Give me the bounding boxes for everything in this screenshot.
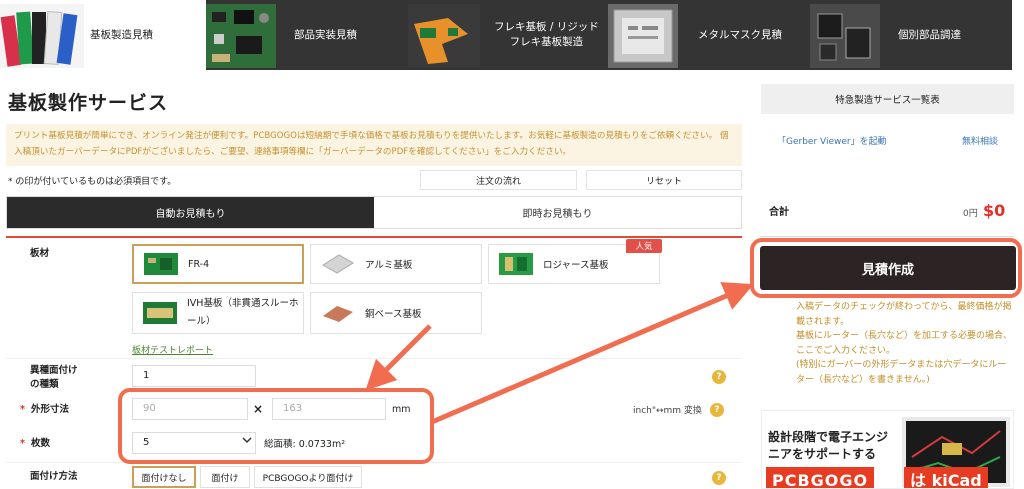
panel-divider [761,236,1014,237]
tab-stencil-quote[interactable]: メタルマスク見積 [608,0,810,70]
panel-option-by-pcbgogo[interactable]: PCBGOGOより面付け [254,466,362,488]
tab-label: メタルマスク見積 [698,29,782,41]
help-icon[interactable]: ? [712,370,726,384]
assembly-board-thumbnail [206,4,276,68]
pcb-boards-thumbnail [0,4,84,68]
unit-label: mm [392,404,411,415]
width-input[interactable]: 90 [132,398,248,420]
order-flow-button[interactable]: 注文の流れ [420,170,577,190]
tab-label: 個別部品調達 [898,29,961,41]
tab-auto-quote[interactable]: 自動お見積もり [7,197,374,228]
required-mark: * [20,438,25,449]
total-yen: 0円 [963,209,978,219]
aluminum-board-icon [322,254,354,274]
create-quote-button[interactable]: 見積作成 [760,246,1016,290]
total-label: 合計 [769,207,789,218]
mixed-panel-label: 異種面付け の種類 [30,364,78,392]
ivh-board-icon [143,302,177,324]
material-option-aluminum[interactable]: アルミ基板 [310,244,482,284]
material-option-fr4[interactable]: FR-4 [132,244,304,284]
page-title: 基板製作サービス [8,92,169,114]
flex-board-thumbnail [408,4,480,68]
height-input[interactable]: 163 [272,398,386,420]
panel-option-panelize[interactable]: 面付け [200,466,250,488]
panel-option-none[interactable]: 面付けなし [132,466,196,488]
unit-convert-link[interactable]: inch"↔mm 変換 [633,403,702,416]
service-tabs: 基板製造見積 部品実装見積 フレキ基板 / リジッド フレキ基板製造 メタルマス… [0,0,1012,70]
tab-label-line: フレキ基板 / リジッド [494,21,599,33]
tab-assembly-quote[interactable]: 部品実装見積 [206,0,408,70]
rogers-board-icon [499,253,533,275]
note-line: (特別にガーバーの外形データまたは穴データにルーター（長穴など）を書きません。) [796,360,1007,385]
chevron-down-icon [242,437,252,444]
total-usd: $0 [983,201,1006,220]
banner-line: 設計段階で電子エンジ [768,430,889,444]
quote-mode-tabs: 自動お見積もり 即時お見積もり [6,196,742,229]
material-option-label: FR-4 [188,258,210,270]
kicad-banner[interactable]: 設計段階で電子エンジ ニアをサポートする PCBGOGO は kiCad [761,410,1014,489]
components-thumbnail [810,4,880,68]
banner-suffix: は kiCad [904,467,988,488]
material-option-label: アルミ基板 [365,260,413,271]
note-line: 基板にルーター（長穴など）を加工する必要の場合、ここでご入力ください。 [796,331,1013,356]
material-option-ivh[interactable]: IVH基板（非貫通スルーホール） [132,292,304,334]
size-label-text: 外形寸法 [30,404,69,415]
total-area: 総面積: 0.0733m² [264,439,346,450]
label-line: 異種面付け [30,365,78,376]
quantity-select[interactable]: 5 [132,432,256,454]
tab-pcb-quote[interactable]: 基板製造見積 [0,0,206,70]
gerber-viewer-link[interactable]: 「Gerber Viewer」を起動 [777,134,887,147]
material-option-label: IVH基板（非貫通スルーホール） [187,298,299,327]
row-divider [6,358,742,359]
panelization-label: 面付け方法 [30,471,78,482]
banner-line: ニアをサポートする [768,447,877,461]
section-divider [6,236,742,238]
required-note: * の印が付いているものは必須項目です。 [8,177,177,187]
help-icon[interactable]: ? [710,403,724,417]
quantity-label: * 枚数 [20,437,50,451]
tab-label: 部品実装見積 [294,29,357,41]
material-label: 板材 [30,248,50,259]
size-label: * 外形寸法 [20,403,69,417]
tab-label-line: フレキ基板製造 [509,36,584,48]
fr4-board-icon [144,253,178,275]
express-service-header[interactable]: 特急製造サービス一覧表 [761,84,1014,114]
popular-badge: 人気 [626,239,662,253]
tab-parts-sourcing[interactable]: 個別部品調達 [810,0,1012,70]
free-consult-link[interactable]: 無料相談 [962,134,998,147]
material-option-copper[interactable]: 銅ベース基板 [310,292,482,334]
mixed-panel-input[interactable]: 1 [132,365,256,387]
tab-label: 基板製造見積 [90,29,153,41]
material-option-label: ロジャース基板 [543,260,609,271]
help-icon[interactable]: ? [712,471,726,485]
label-line: の種類 [30,379,59,390]
banner-brand: PCBGOGO [766,467,875,488]
tab-instant-quote[interactable]: 即時お見積もり [374,197,741,228]
row-divider [6,462,742,463]
quote-note: 入稿データのチェックが終わってから、最終価格が掲載されます。 基板にルーター（長… [796,300,1012,387]
tab-flex-quote[interactable]: フレキ基板 / リジッド フレキ基板製造 [408,0,608,70]
copper-board-icon [323,306,353,322]
required-mark: * [20,404,25,415]
material-option-label: 銅ベース基板 [365,309,422,320]
arrow-to-size [365,324,432,391]
tab-label: フレキ基板 / リジッド フレキ基板製造 [494,20,599,50]
reset-button[interactable]: リセット [586,170,742,190]
material-test-report-link[interactable]: 板材テストレポート [132,343,213,356]
info-notice: プリント基板見積が簡単にでき、オンライン発注が便利です。PCBGOGOは短納期で… [6,124,742,166]
stencil-thumbnail [608,4,678,68]
quantity-label-text: 枚数 [30,438,50,449]
times-symbol: × [253,402,264,416]
note-line: 入稿データのチェックが終わってから、最終価格が掲載されます。 [796,302,1012,327]
